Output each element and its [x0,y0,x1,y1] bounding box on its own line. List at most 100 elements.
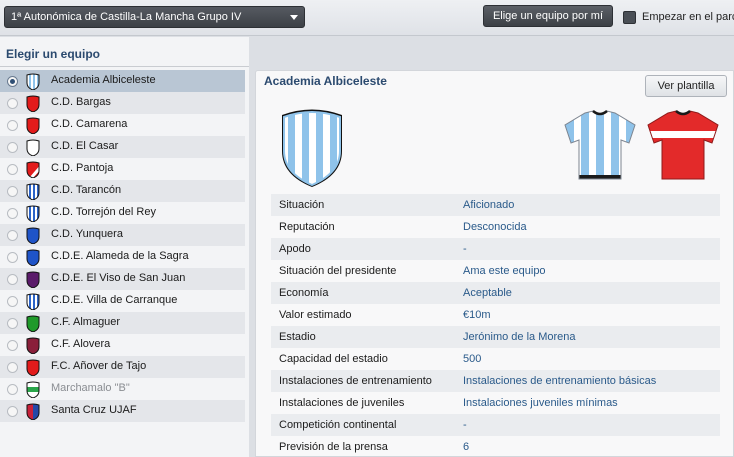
team-name: C.D.E. El Viso de San Juan [51,272,186,284]
top-bar: 1ª Autonómica de Castilla-La Mancha Grup… [0,0,734,36]
team-list-item[interactable]: C.D. Tarancón [0,180,245,202]
team-crest-icon [26,403,40,420]
away-kit-icon [647,110,719,180]
divider [0,66,249,67]
info-value: Desconocida [463,221,527,233]
team-radio-button[interactable] [7,98,18,109]
team-list: Academia Albiceleste C.D. Bargas C.D. Ca… [0,70,249,422]
info-row: Situación del presidente Ama este equipo [271,260,720,282]
team-name: C.D. Pantoja [51,162,114,174]
info-label: Estadio [279,331,316,343]
team-list-panel: Elegir un equipo Academia Albiceleste C.… [0,37,249,457]
team-name: C.D. Torrejón del Rey [51,206,156,218]
pick-team-for-me-button[interactable]: Elige un equipo por mí [483,5,613,27]
team-crest-icon [26,359,40,376]
info-label: Apodo [279,243,311,255]
info-row: Apodo - [271,238,720,260]
team-crest-icon [26,381,40,398]
team-radio-button[interactable] [7,362,18,373]
info-value: Instalaciones de entrenamiento básicas [463,375,657,387]
team-detail-panel: Academia Albiceleste Ver plantilla Situa… [255,70,734,457]
team-detail-title: Academia Albiceleste [264,74,387,88]
team-list-item[interactable]: C.D.E. El Viso de San Juan [0,268,245,290]
info-value: 500 [463,353,482,365]
team-name: F.C. Añover de Tajo [51,360,147,372]
team-radio-button[interactable] [7,384,18,395]
team-name: C.D. Tarancón [51,184,122,196]
info-label: Competición continental [279,419,397,431]
info-label: Situación del presidente [279,265,397,277]
team-list-item[interactable]: C.D. Pantoja [0,158,245,180]
info-label: Instalaciones de juveniles [279,397,405,409]
team-name: C.D. Bargas [51,96,111,108]
team-radio-button[interactable] [7,318,18,329]
team-crest-icon [26,227,40,244]
team-list-item[interactable]: C.D. Torrejón del Rey [0,202,245,224]
team-list-item[interactable]: C.F. Almaguer [0,312,245,334]
team-radio-button[interactable] [7,76,18,87]
start-unemployed-label: Empezar en el parc [642,11,734,23]
team-name: C.F. Alovera [51,338,111,350]
info-row: Previsión de la prensa 6 [271,436,720,457]
team-name: C.D.E. Alameda de la Sagra [51,250,189,262]
team-crest-icon [26,73,40,90]
team-crest-icon [26,161,40,178]
info-row: Instalaciones de entrenamiento Instalaci… [271,370,720,392]
team-radio-button[interactable] [7,186,18,197]
team-name: C.F. Almaguer [51,316,121,328]
team-crest-icon [26,117,40,134]
team-radio-button[interactable] [7,230,18,241]
team-list-item[interactable]: Academia Albiceleste [0,70,245,92]
start-unemployed-checkbox[interactable] [623,11,636,24]
team-list-item[interactable]: F.C. Añover de Tajo [0,356,245,378]
chevron-down-icon [290,15,298,20]
team-crest-icon [26,271,40,288]
info-value: Aficionado [463,199,515,211]
team-radio-button[interactable] [7,296,18,307]
info-value: 6 [463,441,470,453]
team-name: C.D. Yunquera [51,228,123,240]
team-radio-button[interactable] [7,164,18,175]
info-label: Situación [279,199,325,211]
team-list-item[interactable]: C.D.E. Alameda de la Sagra [0,246,245,268]
info-value: Jerónimo de la Morena [463,331,576,343]
team-crest-icon [26,293,40,310]
info-value: Instalaciones juveniles mínimas [463,397,618,409]
league-dropdown[interactable]: 1ª Autonómica de Castilla-La Mancha Grup… [4,6,305,28]
info-row: Instalaciones de juveniles Instalaciones… [271,392,720,414]
team-info-table: Situación Aficionado Reputación Desconoci… [271,194,720,457]
team-list-item[interactable]: C.D. El Casar [0,136,245,158]
team-radio-button[interactable] [7,406,18,417]
team-list-title: Elegir un equipo [6,47,101,61]
info-row: Capacidad del estadio 500 [271,348,720,370]
team-list-item[interactable]: C.F. Alovera [0,334,245,356]
team-name: C.D.E. Villa de Carranque [51,294,178,306]
team-name: C.D. El Casar [51,140,119,152]
info-value: - [463,419,467,431]
team-radio-button[interactable] [7,142,18,153]
info-value: Ama este equipo [463,265,546,277]
team-radio-button[interactable] [7,120,18,131]
team-radio-button[interactable] [7,252,18,263]
team-list-item[interactable]: C.D. Camarena [0,114,245,136]
team-crest-icon [26,183,40,200]
info-value: €10m [463,309,491,321]
info-label: Previsión de la prensa [279,441,388,453]
view-squad-button[interactable]: Ver plantilla [645,75,727,97]
team-list-item[interactable]: Marchamalo "B" [0,378,245,400]
team-name: C.D. Camarena [51,118,128,130]
team-list-item[interactable]: C.D.E. Villa de Carranque [0,290,245,312]
team-name: Marchamalo "B" [51,382,130,394]
info-label: Economía [279,287,329,299]
team-list-item[interactable]: Santa Cruz UJAF [0,400,245,422]
team-crest-icon [26,337,40,354]
team-radio-button[interactable] [7,340,18,351]
info-row: Competición continental - [271,414,720,436]
team-radio-button[interactable] [7,208,18,219]
team-crest-icon [26,205,40,222]
team-radio-button[interactable] [7,274,18,285]
team-list-item[interactable]: C.D. Yunquera [0,224,245,246]
team-crest-icon [26,95,40,112]
team-list-item[interactable]: C.D. Bargas [0,92,245,114]
info-row: Reputación Desconocida [271,216,720,238]
